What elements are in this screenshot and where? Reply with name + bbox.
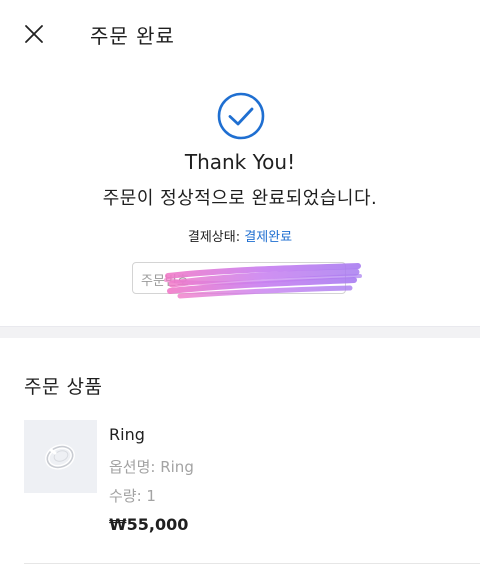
- payment-status-line: 결제상태: 결제완료: [0, 226, 480, 245]
- product-quantity: 수량: 1: [109, 487, 156, 505]
- payment-status-value: 결제완료: [244, 230, 293, 245]
- payment-status-label: 결제상태:: [187, 230, 241, 245]
- page-title: 주문 완료: [90, 24, 175, 48]
- product-price: ₩55,000: [109, 515, 189, 534]
- header: 주문 완료: [0, 0, 480, 68]
- close-button[interactable]: [22, 22, 46, 46]
- check-circle-icon: [217, 92, 265, 140]
- order-complete-page: 주문 완료 Thank You! 주문이 정상적으로 완료되었습니다. 결제상태…: [0, 0, 480, 565]
- product-thumbnail[interactable]: [24, 420, 97, 493]
- section-divider: [0, 326, 480, 338]
- product-option: 옵션명: Ring: [109, 458, 194, 476]
- order-complete-message: 주문이 정상적으로 완료되었습니다.: [102, 188, 378, 209]
- order-items-title: 주문 상품: [24, 376, 103, 398]
- close-icon: [25, 25, 43, 43]
- bottom-divider: [24, 563, 480, 564]
- thank-you-heading: Thank You!: [184, 150, 296, 174]
- redaction-scribble: [164, 263, 362, 299]
- product-name: Ring: [109, 425, 145, 444]
- ring-image: [45, 444, 75, 470]
